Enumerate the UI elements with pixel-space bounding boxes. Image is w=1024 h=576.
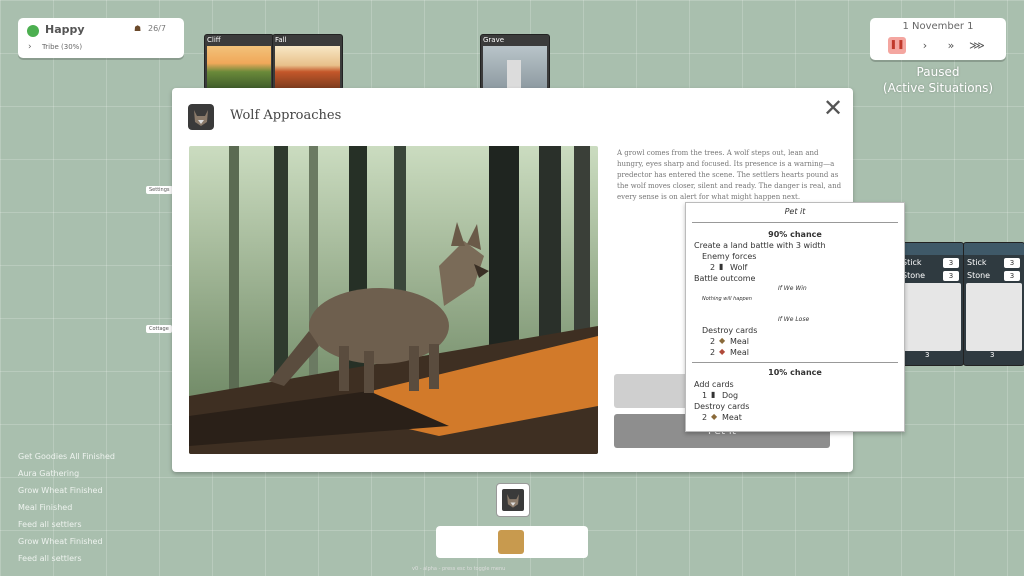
battle-outcome-label: Battle outcome bbox=[694, 274, 756, 283]
card-count: 3 bbox=[1004, 258, 1020, 268]
add-cards-label: Add cards bbox=[694, 380, 734, 389]
card-count: 3 bbox=[943, 258, 959, 268]
event-log: Get Goodies All Finished Aura Gathering … bbox=[18, 448, 115, 567]
wolf-icon bbox=[188, 104, 214, 130]
tooltip-title: Pet it bbox=[784, 207, 806, 216]
log-entry: Feed all settlers bbox=[18, 520, 82, 529]
card-label: Cliff bbox=[207, 36, 221, 44]
destroy-name: Meal bbox=[730, 337, 749, 346]
tribe-label: Tribe (30%) bbox=[42, 43, 83, 51]
mood-label: Happy bbox=[45, 23, 85, 36]
divider bbox=[692, 222, 898, 223]
stone-card[interactable]: Stick 3 Stone 3 3 bbox=[963, 242, 1024, 366]
destroy-cards-label: Destroy cards bbox=[694, 402, 750, 411]
card-count: 3 bbox=[1004, 271, 1020, 281]
date-label: 1 November 1 bbox=[902, 21, 974, 32]
log-entry: Meal Finished bbox=[18, 503, 73, 512]
card-count: 3 bbox=[943, 271, 959, 281]
card-grave[interactable]: Grave bbox=[480, 34, 550, 90]
log-entry: Feed all settlers bbox=[18, 554, 82, 563]
food-tray[interactable] bbox=[436, 526, 588, 558]
grave-illustration bbox=[483, 46, 547, 89]
card-header bbox=[964, 243, 1024, 255]
fall-illustration bbox=[275, 46, 340, 89]
paused-status: Paused (Active Situations) bbox=[870, 64, 1006, 96]
chance-90: 90% chance bbox=[768, 230, 822, 239]
stone-card[interactable]: Stick 3 Stone 3 3 bbox=[898, 242, 964, 366]
time-panel: 1 November 1 ❚❚ › » ⋙ bbox=[870, 18, 1006, 60]
choice-tooltip: Pet it 90% chance Create a land battle w… bbox=[685, 202, 905, 432]
dialog-title: Wolf Approaches bbox=[230, 108, 342, 123]
play-button[interactable]: › bbox=[916, 37, 934, 54]
destroy-qty: 2 bbox=[710, 348, 716, 357]
card-label: Grave bbox=[483, 36, 505, 44]
if-we-win-label: If We Win bbox=[778, 285, 807, 292]
add-name: Dog bbox=[722, 391, 739, 400]
divider bbox=[692, 362, 898, 363]
destroy-qty: 2 bbox=[702, 413, 708, 422]
enemy-name: Wolf bbox=[730, 263, 748, 272]
fast-forward-button[interactable]: » bbox=[942, 37, 960, 54]
log-entry: Get Goodies All Finished bbox=[18, 452, 115, 461]
if-we-lose-label: If We Lose bbox=[778, 316, 810, 323]
destroy-name: Meat bbox=[722, 413, 742, 422]
card-value: 3 bbox=[990, 351, 995, 359]
happy-icon bbox=[27, 25, 39, 37]
destroy-cards-label: Destroy cards bbox=[702, 326, 758, 335]
battle-text: Create a land battle with 3 width bbox=[694, 241, 826, 250]
population-count: 26/7 bbox=[148, 24, 166, 33]
side-label-settings[interactable]: Settings bbox=[146, 186, 173, 194]
close-icon[interactable]: ✕ bbox=[822, 96, 844, 120]
log-entry: Aura Gathering bbox=[18, 469, 80, 478]
wolf-forest-illustration bbox=[189, 146, 598, 454]
bread-icon bbox=[498, 530, 524, 554]
card-label: Fall bbox=[275, 36, 287, 44]
card-value: 3 bbox=[925, 351, 930, 359]
add-qty: 1 bbox=[702, 391, 708, 400]
cliff-illustration bbox=[207, 46, 271, 89]
fastest-forward-button[interactable]: ⋙ bbox=[968, 37, 986, 54]
wolf-icon bbox=[502, 489, 524, 511]
meal-icon: ◆ bbox=[719, 336, 726, 345]
population-icon: ☗ bbox=[134, 24, 142, 33]
story-text: A growl comes from the trees. A wolf ste… bbox=[617, 149, 842, 201]
meal-icon: ◆ bbox=[719, 347, 726, 356]
pause-button[interactable]: ❚❚ bbox=[888, 37, 906, 54]
chevron-right-icon[interactable]: › bbox=[28, 42, 32, 52]
side-label-cottage[interactable]: Cottage bbox=[146, 325, 172, 333]
active-situations-label: (Active Situations) bbox=[882, 81, 994, 95]
stone-icon bbox=[966, 283, 1022, 351]
meat-icon: ◆ bbox=[711, 412, 718, 421]
card-fall[interactable]: Fall bbox=[272, 34, 343, 90]
paused-label: Paused bbox=[916, 65, 960, 79]
enemy-qty: 2 bbox=[710, 263, 716, 272]
log-entry: Grow Wheat Finished bbox=[18, 537, 103, 546]
stone-icon bbox=[901, 283, 961, 351]
status-panel[interactable]: Happy ☗ 26/7 › Tribe (30%) bbox=[18, 18, 184, 58]
card-title: Stick bbox=[967, 258, 987, 267]
dog-icon: ▮ bbox=[711, 390, 716, 399]
card-header bbox=[899, 243, 963, 255]
destroy-qty: 2 bbox=[710, 337, 716, 346]
wolf-situation-token[interactable] bbox=[496, 483, 530, 517]
card-cliff[interactable]: Cliff bbox=[204, 34, 274, 90]
card-title: Stone bbox=[967, 271, 991, 280]
chance-10: 10% chance bbox=[768, 368, 822, 377]
destroy-name: Meal bbox=[730, 348, 749, 357]
log-entry: Grow Wheat Finished bbox=[18, 486, 103, 495]
wolf-icon: ▮ bbox=[719, 262, 724, 271]
footer-hint: v0 - alpha - press esc to toggle menu bbox=[412, 566, 506, 572]
card-title: Stone bbox=[902, 271, 926, 280]
nothing-happen-text: Nothing will happen bbox=[702, 296, 752, 302]
enemy-forces-label: Enemy forces bbox=[702, 252, 757, 261]
